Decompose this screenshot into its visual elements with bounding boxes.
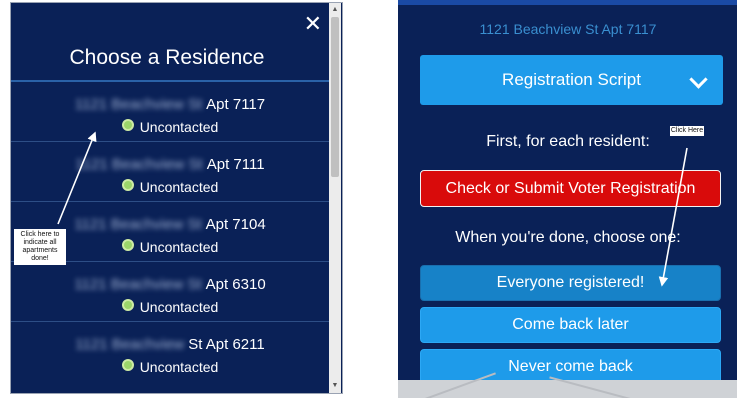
residence-item[interactable]: 1121 Beachview St Apt 7111 Uncontacted xyxy=(11,141,329,201)
residence-address: 1121 Beachview St Apt 7117 xyxy=(11,96,329,113)
list-scrollbar[interactable]: ▲ ▼ xyxy=(329,3,341,393)
close-icon[interactable]: ✕ xyxy=(304,13,322,35)
status-label: Uncontacted xyxy=(139,359,219,375)
map-background xyxy=(398,372,737,398)
residence-status: Uncontacted xyxy=(11,179,329,195)
status-dot-icon xyxy=(121,299,134,311)
residence-unit: Apt 7117 xyxy=(206,96,266,113)
blurred-street-address: 1121 Beachview xyxy=(75,336,185,353)
status-dot-icon xyxy=(121,359,134,371)
annotation-note-left: Click here to indicate all apartments do… xyxy=(14,229,66,265)
check-registration-button[interactable]: Check or Submit Voter Registration xyxy=(420,170,721,207)
blurred-street-address: 1121 Beachview St xyxy=(74,96,203,113)
everyone-registered-label: Everyone registered! xyxy=(496,274,645,291)
status-dot-icon xyxy=(121,179,134,191)
status-label: Uncontacted xyxy=(139,119,219,135)
dropdown-label: Registration Script xyxy=(502,70,641,89)
residence-address: 1121 Beachview St Apt 7111 xyxy=(11,156,329,173)
blurred-street-address: 1121 Beachview St xyxy=(74,276,202,293)
everyone-registered-button[interactable]: Everyone registered! xyxy=(420,265,721,301)
status-label: Uncontacted xyxy=(139,239,219,255)
dialog-title: Choose a Residence xyxy=(69,46,265,69)
status-label: Uncontacted xyxy=(139,179,219,195)
header-rule xyxy=(398,0,737,5)
scroll-up-icon[interactable]: ▲ xyxy=(329,5,341,15)
residence-status: Uncontacted xyxy=(11,119,329,135)
never-come-back-label: Never come back xyxy=(508,358,633,375)
residence-item[interactable]: 1121 Beachview St Apt 6310 Uncontacted xyxy=(11,261,329,321)
current-address: 1121 Beachview St Apt 7117 xyxy=(479,21,657,37)
blurred-street-address: 1121 Beachview St xyxy=(75,156,203,173)
residence-status: Uncontacted xyxy=(11,299,329,315)
residence-address: 1121 Beachview St Apt 6310 xyxy=(11,276,329,293)
residence-chooser-dialog: ✕ Choose a Residence 1121 Beachview St Ap… xyxy=(10,2,343,394)
chevron-down-icon xyxy=(689,70,708,89)
scroll-down-icon[interactable]: ▼ xyxy=(329,381,341,391)
residence-item[interactable]: 1121 Beachview St Apt 7117 Uncontacted xyxy=(11,82,329,141)
registration-panel: 1121 Beachview St Apt 7117 Registration … xyxy=(398,0,737,398)
status-dot-icon xyxy=(121,239,134,251)
residence-unit: Apt 6310 xyxy=(205,276,266,293)
come-back-later-button[interactable]: Come back later xyxy=(420,307,721,343)
done-prompt: When you're done, choose one: xyxy=(455,229,681,246)
residence-unit: Apt 7111 xyxy=(206,156,265,173)
residence-unit: Apt 7104 xyxy=(205,216,266,233)
annotation-note-right: Click Here xyxy=(670,126,704,136)
residence-unit: St Apt 6211 xyxy=(188,336,265,353)
blurred-street-address: 1121 Beachview St xyxy=(74,216,202,233)
status-label: Uncontacted xyxy=(139,299,219,315)
come-back-later-label: Come back later xyxy=(512,316,629,333)
residence-address: 1121 Beachview St Apt 6211 xyxy=(11,336,329,353)
residence-item[interactable]: 1121 Beachview St Apt 6211 Uncontacted xyxy=(11,321,329,381)
registration-script-dropdown[interactable]: Registration Script xyxy=(420,55,723,105)
status-dot-icon xyxy=(121,119,134,131)
check-registration-label: Check or Submit Voter Registration xyxy=(445,179,696,197)
residence-status: Uncontacted xyxy=(11,359,329,375)
scroll-thumb[interactable] xyxy=(331,17,339,177)
